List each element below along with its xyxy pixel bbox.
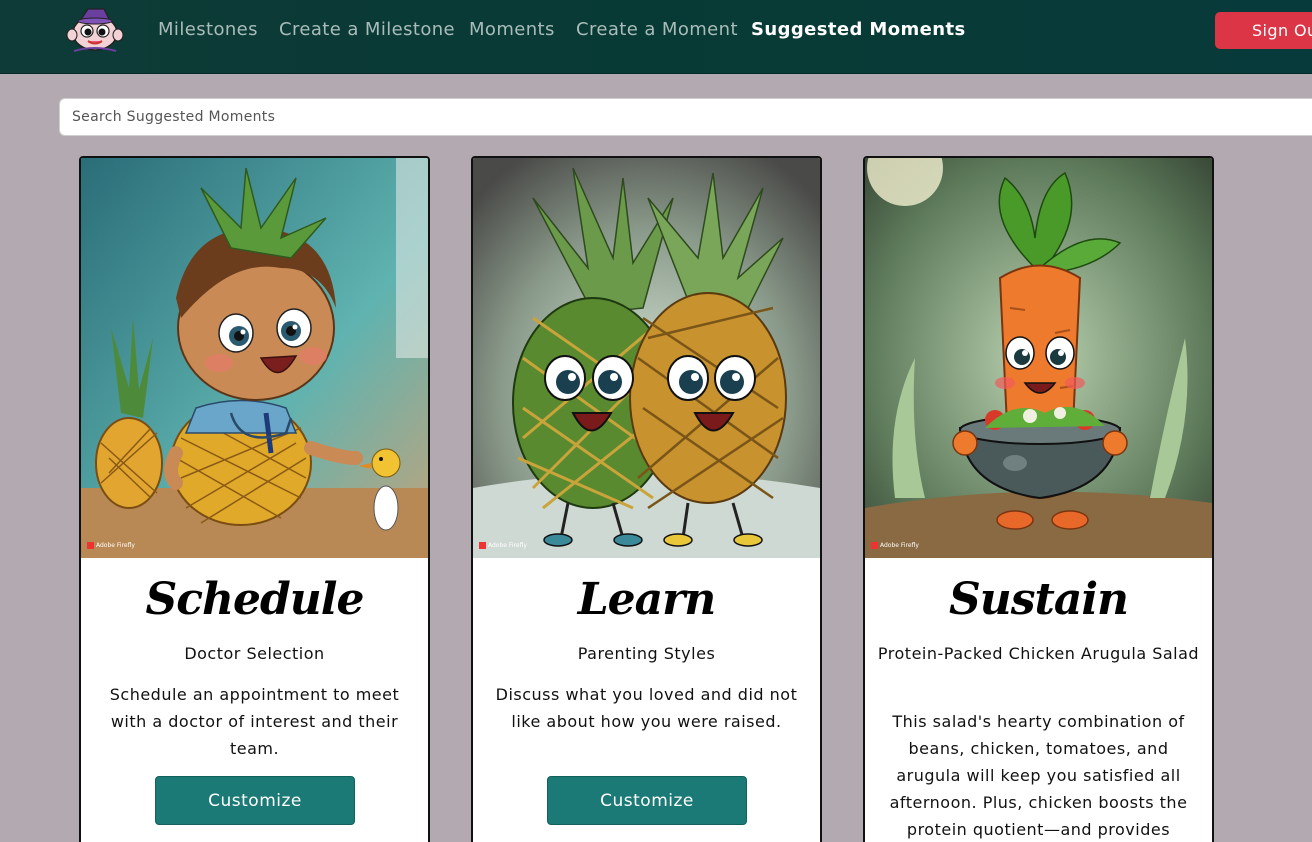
cartoon-child-doctor-pineapple-image: Adobe Firefly (81, 158, 428, 558)
card-subtitle: Protein-Packed Chicken Arugula Salad (877, 644, 1200, 663)
cartoon-carrot-salad-bowl-image: Adobe Firefly (865, 158, 1212, 558)
moment-card-schedule: Adobe Firefly Schedule Doctor Selection … (79, 156, 430, 842)
card-title: Sustain (948, 574, 1129, 625)
search-input[interactable] (59, 98, 1312, 136)
baby-mascot-logo-icon[interactable] (64, 5, 126, 55)
moment-card-sustain: Adobe Firefly Sustain Protein-Packed Chi… (863, 156, 1214, 842)
customize-button[interactable]: Customize (155, 776, 355, 825)
sign-out-button[interactable]: Sign Out (1215, 12, 1312, 49)
nav-link-moments[interactable]: Moments (469, 19, 555, 40)
card-title: Learn (577, 574, 717, 625)
card-description: This salad's hearty combination of beans… (889, 712, 1188, 839)
moment-card-learn: Adobe Firefly Learn Parenting Styles Dis… (471, 156, 822, 842)
card-subtitle: Parenting Styles (577, 644, 716, 663)
card-subtitle: Doctor Selection (184, 644, 325, 663)
card-title: Schedule (145, 574, 364, 625)
card-description: Discuss what you loved and did not like … (495, 685, 798, 731)
nav-link-suggested-moments[interactable]: Suggested Moments (751, 19, 966, 40)
nav-link-milestones[interactable]: Milestones (158, 19, 258, 40)
adobe-firefly-watermark: Adobe Firefly (871, 542, 919, 549)
card-description: Schedule an appointment to meet with a d… (109, 685, 400, 758)
adobe-firefly-watermark: Adobe Firefly (87, 542, 135, 549)
nav-link-create-milestone[interactable]: Create a Milestone (279, 19, 455, 40)
nav-link-create-moment[interactable]: Create a Moment (576, 19, 738, 40)
two-cartoon-pineapples-image: Adobe Firefly (473, 158, 820, 558)
navbar: Milestones Create a Milestone Moments Cr… (0, 0, 1312, 74)
adobe-firefly-watermark: Adobe Firefly (479, 542, 527, 549)
customize-button[interactable]: Customize (547, 776, 747, 825)
